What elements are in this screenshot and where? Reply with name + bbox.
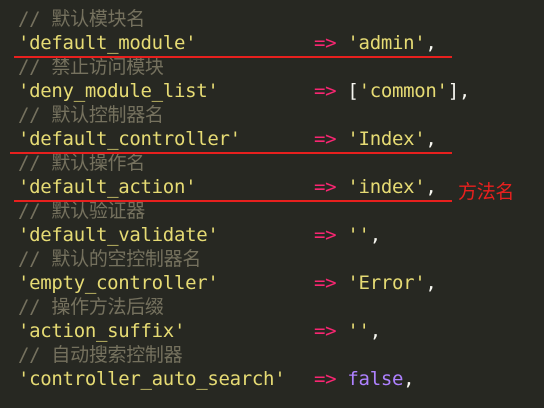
- arrow-operator: =>: [314, 320, 337, 342]
- comment-text: // 默认模块名: [18, 8, 145, 30]
- annotation-method-name: 方法名: [458, 181, 515, 203]
- trailing-punctuation: ,: [403, 368, 415, 390]
- code-comment-line: // 默认验证器: [18, 199, 145, 223]
- config-value: 'Error': [347, 272, 426, 294]
- arrow-operator: =>: [314, 176, 337, 198]
- highlight-underline-default-module: [14, 56, 452, 58]
- comment-text: // 默认操作名: [18, 152, 145, 174]
- arrow-operator: =>: [314, 368, 337, 390]
- code-comment-line: // 禁止访问模块: [18, 55, 164, 79]
- code-comment-line: // 自动搜索控制器: [18, 343, 183, 367]
- arrow-operator: =>: [314, 128, 337, 150]
- code-comment-line: // 操作方法后缀: [18, 295, 164, 319]
- arrow-operator: =>: [314, 80, 337, 102]
- highlight-underline-default-controller: [10, 152, 452, 154]
- highlight-underline-default-action: [14, 200, 452, 202]
- trailing-punctuation: ],: [447, 80, 471, 102]
- trailing-punctuation: ,: [425, 32, 437, 54]
- config-key: 'default_module': [18, 32, 197, 54]
- config-key: 'deny_module_list': [18, 80, 219, 102]
- trailing-punctuation: ,: [425, 272, 437, 294]
- code-config-line: 'controller_auto_search' => false,: [18, 367, 415, 391]
- config-value: '': [347, 320, 370, 342]
- code-config-line: 'default_module' => 'admin',: [18, 31, 437, 55]
- config-value: 'Index': [347, 128, 426, 150]
- comment-text: // 操作方法后缀: [18, 296, 164, 318]
- config-key: 'default_action': [18, 176, 197, 198]
- comment-text: // 禁止访问模块: [18, 56, 164, 78]
- array-open-bracket: [: [347, 80, 359, 102]
- comment-text: // 自动搜索控制器: [18, 344, 183, 366]
- comment-text: // 默认验证器: [18, 200, 145, 222]
- code-comment-line: // 默认控制器名: [18, 103, 164, 127]
- config-key: 'controller_auto_search': [18, 368, 286, 390]
- code-config-line: 'action_suffix' => '',: [18, 319, 381, 343]
- config-key: 'action_suffix': [18, 320, 186, 342]
- config-value: false: [347, 368, 404, 390]
- config-value: '': [347, 224, 370, 246]
- config-value: 'admin': [347, 32, 426, 54]
- trailing-punctuation: ,: [425, 128, 437, 150]
- trailing-punctuation: ,: [369, 224, 381, 246]
- code-config-line: 'default_validate' => '',: [18, 223, 381, 247]
- code-comment-line: // 默认模块名: [18, 7, 145, 31]
- trailing-punctuation: ,: [369, 320, 381, 342]
- comment-text: // 默认的空控制器名: [18, 248, 202, 270]
- config-key: 'default_validate': [18, 224, 219, 246]
- config-value: 'index': [347, 176, 426, 198]
- comment-text: // 默认控制器名: [18, 104, 164, 126]
- config-key: 'default_controller': [18, 128, 241, 150]
- config-value: 'common': [358, 80, 448, 102]
- code-comment-line: // 默认的空控制器名: [18, 247, 201, 271]
- config-key: 'empty_controller': [18, 272, 219, 294]
- trailing-punctuation: ,: [425, 176, 437, 198]
- code-comment-line: // 默认操作名: [18, 151, 145, 175]
- code-config-line: 'deny_module_list' => ['common'],: [18, 79, 470, 103]
- code-editor[interactable]: // 默认模块名'default_module' => 'admin', // 禁止…: [0, 0, 544, 408]
- arrow-operator: =>: [314, 224, 337, 246]
- code-config-line: 'default_action' => 'index',: [18, 175, 437, 199]
- arrow-operator: =>: [314, 272, 337, 294]
- arrow-operator: =>: [314, 32, 337, 54]
- code-config-line: 'empty_controller' => 'Error',: [18, 271, 437, 295]
- code-config-line: 'default_controller' => 'Index',: [18, 127, 437, 151]
